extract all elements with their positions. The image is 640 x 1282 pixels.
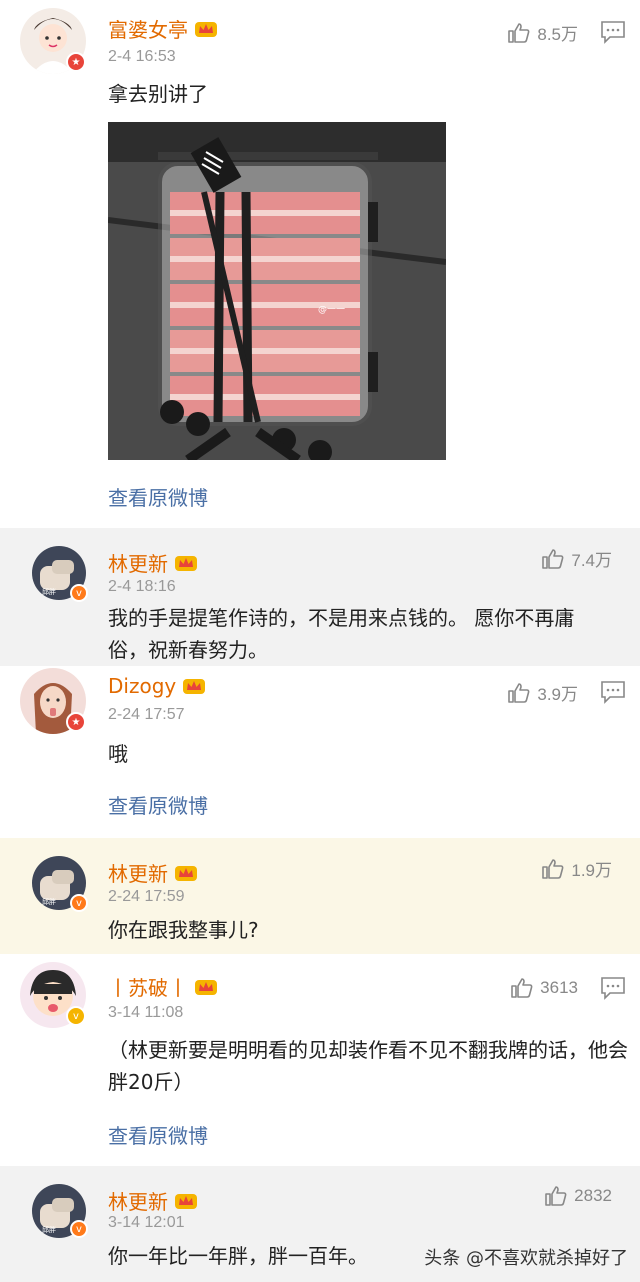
crown-icon [175,555,197,571]
crown-icon [183,679,206,694]
like-button[interactable]: 2832 [544,1184,612,1208]
like-button[interactable]: 1.9万 [541,856,612,881]
like-count: 2832 [574,1186,612,1205]
timestamp: 2-24 17:57 [108,706,185,723]
svg-text:邱胖: 邱胖 [42,587,56,596]
verified-badge-icon: v [70,1220,88,1238]
like-button[interactable]: 3.9万 [507,680,578,705]
reply-card: 邱胖 v 林更新 2-24 17:59 1.9万 你在跟我整事儿? [0,838,640,954]
verified-badge-icon: v [70,584,88,602]
reply-card: 邱胖 v 林更新 2-4 18:16 7.4万 我的手是提笔作诗的，不是用来点钱… [0,528,640,666]
verified-badge-icon: v [70,894,88,912]
comment-icon[interactable] [600,976,626,1000]
comment-card: ★ Dizogy 2-24 17:57 3.9万 哦 查看原微博 [0,666,640,838]
username[interactable]: 富婆女亭 [108,14,218,43]
verified-badge-icon: ★ [66,52,86,72]
thumbs-up-icon [508,682,530,703]
username[interactable]: 林更新 [108,548,198,577]
timestamp: 2-4 16:53 [108,48,176,65]
crown-icon [175,865,197,881]
comment-text: 你在跟我整事儿? [108,918,259,942]
source-watermark: 头条 @不喜欢就杀掉好了 [424,1248,628,1269]
suitcase-photo[interactable]: @一一 [108,122,446,460]
svg-text:邱胖: 邱胖 [42,897,56,906]
username-text[interactable]: 富婆女亭 [108,14,188,43]
view-original-link[interactable]: 查看原微博 [108,1120,208,1149]
like-count: 1.9万 [571,861,612,880]
verified-badge-icon: v [66,1006,86,1026]
view-original-link[interactable]: 查看原微博 [108,482,208,511]
like-button[interactable]: 7.4万 [541,546,612,571]
comment-card: ★ 富婆女亭 2-4 16:53 8.5万 拿去别讲了 @一一 查看原微博 [0,0,640,528]
comment-text: 哦 [108,742,128,766]
like-button[interactable]: 3613 [510,976,578,1000]
verified-badge-icon: ★ [66,712,86,732]
timestamp: 2-24 17:59 [108,888,185,905]
reply-card: 邱胖 v 林更新 3-14 12:01 2832 你一年比一年胖，胖一百年。 头… [0,1166,640,1282]
thumbs-up-icon [508,22,530,43]
username-text[interactable]: 林更新 [108,858,168,887]
username[interactable]: 林更新 [108,1186,198,1215]
crown-icon [175,1193,197,1209]
svg-text:邱胖: 邱胖 [42,1225,56,1234]
comment-icon[interactable] [600,680,626,704]
like-button[interactable]: 8.5万 [507,20,578,45]
username[interactable]: Dizogy [108,674,206,698]
like-count: 7.4万 [571,551,612,570]
timestamp: 2-4 18:16 [108,578,176,595]
crown-icon [195,21,217,37]
timestamp: 3-14 11:08 [108,1004,184,1021]
comment-icon[interactable] [600,20,626,44]
comment-text: 拿去别讲了 [108,82,208,106]
username-text[interactable]: 林更新 [108,1186,168,1215]
username[interactable]: 林更新 [108,858,198,887]
crown-icon [195,979,217,995]
thumbs-up-icon [542,548,564,569]
username-text[interactable]: Dizogy [108,674,176,698]
username-text[interactable]: 林更新 [108,548,168,577]
timestamp: 3-14 12:01 [108,1214,185,1231]
view-original-link[interactable]: 查看原微博 [108,790,208,819]
comment-card: v 丨苏破丨 3-14 11:08 3613 （林更新要是明明看的见却装作看不见… [0,954,640,1166]
thumbs-up-icon [542,858,564,879]
like-count: 3.9万 [537,685,578,704]
photo-watermark: @一一 [318,305,346,315]
username-text[interactable]: 丨苏破丨 [108,972,188,1001]
like-count: 8.5万 [537,25,578,44]
thumbs-up-icon [511,978,533,998]
username[interactable]: 丨苏破丨 [108,972,218,1001]
thumbs-up-icon [545,1186,567,1206]
comment-text: 我的手是提笔作诗的，不是用来点钱的。 愿你不再庸俗，祝新春努力。 [108,606,575,662]
comment-text: （林更新要是明明看的见却装作看不见不翻我牌的话，他会胖20斤） [108,1038,628,1094]
like-count: 3613 [540,978,578,997]
